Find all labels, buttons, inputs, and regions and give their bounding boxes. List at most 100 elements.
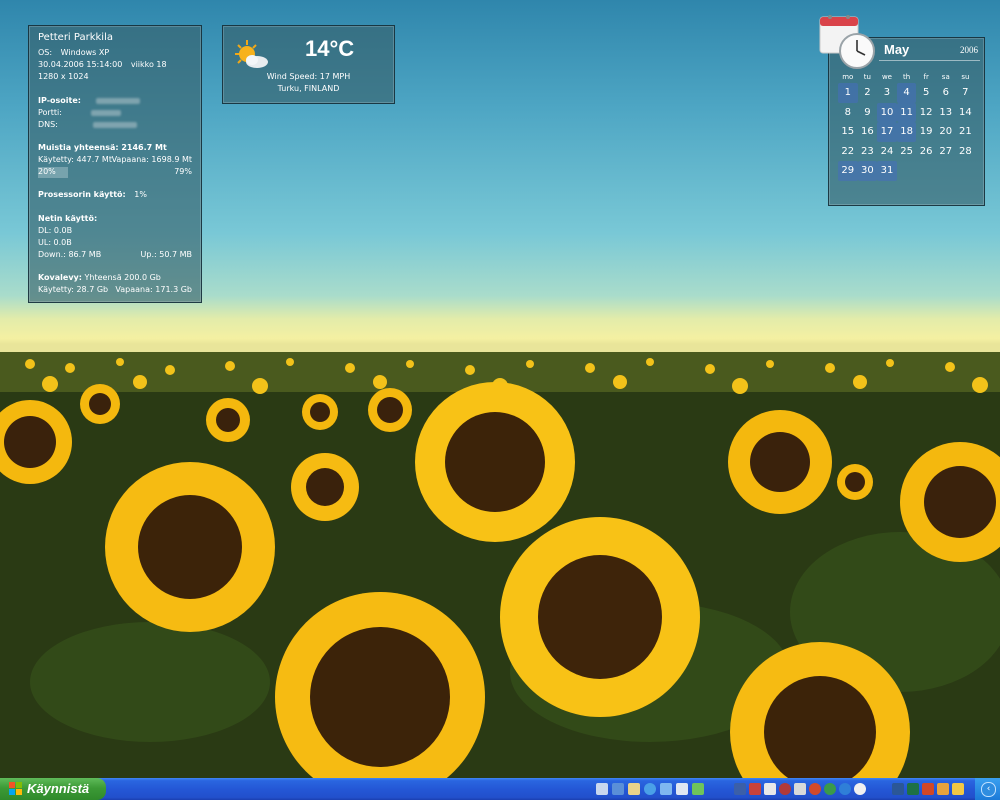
calendar-day[interactable]: 16 xyxy=(858,122,878,142)
calendar-day[interactable]: 27 xyxy=(936,142,956,162)
app-icon-9[interactable] xyxy=(854,783,866,795)
calendar-day[interactable]: 2 xyxy=(858,83,878,103)
net-label: Netin käyttö: xyxy=(38,214,98,223)
app-icon-office-5[interactable] xyxy=(952,783,964,795)
user-name: Petteri Parkkila xyxy=(38,32,113,43)
partly-cloudy-icon xyxy=(235,40,268,68)
app-icon-8[interactable] xyxy=(839,783,851,795)
calendar-widget[interactable]: May 2006 mo tu we th fr sa su 1 2 3 4 5 6 7 8 9 10 11 12 1… xyxy=(819,15,985,206)
net-download-rate: DL: 0.0B xyxy=(38,226,73,235)
calendar-day[interactable]: 15 xyxy=(838,122,858,142)
app-icon-1[interactable] xyxy=(734,783,746,795)
network-icon[interactable] xyxy=(692,783,704,795)
memory-used-percent: 20% xyxy=(38,167,56,176)
calendar-day[interactable]: 6 xyxy=(936,83,956,103)
calendar-day[interactable]: 25 xyxy=(897,142,917,162)
calendar-days-grid: 1 2 3 4 5 6 7 8 9 10 11 12 13 14 15 16 17 18 19 20 21 22 23 24 2… xyxy=(838,83,976,181)
weekday-label: we xyxy=(881,73,892,81)
word-icon[interactable] xyxy=(892,783,904,795)
system-info-widget: Petteri Parkkila OS: Windows XP 30.04.20… xyxy=(28,25,202,303)
outlook-icon[interactable] xyxy=(937,783,949,795)
start-button[interactable]: Käynnistä xyxy=(0,778,106,800)
cpu-label: Prosessorin käyttö: xyxy=(38,190,126,199)
calendar-day[interactable]: 10 xyxy=(877,102,897,122)
office-app-icons xyxy=(892,783,964,795)
calendar-day[interactable]: 3 xyxy=(877,83,897,103)
port-value-redacted xyxy=(91,109,122,116)
weekday-label: su xyxy=(961,73,970,81)
net-upload-rate: UL: 0.0B xyxy=(38,238,72,247)
weekday-label: th xyxy=(902,73,911,81)
document-icon[interactable] xyxy=(676,783,688,795)
weekday-label: sa xyxy=(941,73,950,81)
calendar-day[interactable]: 7 xyxy=(956,83,976,103)
disk-label: Kovalevy: xyxy=(38,273,82,282)
desktop[interactable]: Petteri Parkkila OS: Windows XP 30.04.20… xyxy=(0,0,1000,778)
taskbar-app-icons xyxy=(734,783,866,795)
net-uploaded-total: Up.: 50.7 MB xyxy=(140,250,192,259)
ip-label: IP-osoite: xyxy=(38,96,81,105)
folder-icon[interactable] xyxy=(628,783,640,795)
temperature: 14°C xyxy=(305,36,355,61)
calendar-day[interactable]: 17 xyxy=(877,122,897,142)
app-icon-4[interactable] xyxy=(779,783,791,795)
powerpoint-icon[interactable] xyxy=(922,783,934,795)
weather-location: Turku, FINLAND xyxy=(277,84,340,93)
os-label: OS: xyxy=(38,48,53,57)
calendar-day[interactable]: 4 xyxy=(896,83,917,103)
memory-total: Muistia yhteensä: 2146.7 Mt xyxy=(38,143,167,152)
quick-launch xyxy=(596,783,704,795)
port-label: Portti: xyxy=(38,108,62,117)
calendar-day[interactable]: 28 xyxy=(956,142,976,162)
calendar-day[interactable]: 5 xyxy=(916,83,936,103)
calendar-day[interactable]: 21 xyxy=(956,122,976,142)
calendar-day[interactable]: 12 xyxy=(916,103,936,123)
dns-row: DNS: xyxy=(38,119,192,131)
calendar-day[interactable]: 20 xyxy=(936,122,956,142)
weekday-header: mo tu we th fr sa su xyxy=(838,73,976,81)
calendar-day[interactable]: 24 xyxy=(877,142,897,162)
calendar-day[interactable]: 22 xyxy=(838,142,858,162)
calendar-day[interactable]: 29 xyxy=(838,161,858,181)
dns-value-redacted xyxy=(93,121,138,128)
port-row: Portti: xyxy=(38,107,192,119)
calendar-day[interactable]: 9 xyxy=(858,103,878,123)
calendar-day[interactable]: 30 xyxy=(857,161,878,181)
messenger-icon[interactable] xyxy=(660,783,672,795)
calendar-day[interactable]: 19 xyxy=(916,122,936,142)
calendar-day[interactable]: 8 xyxy=(838,103,858,123)
sunflower-field-wallpaper xyxy=(0,352,1000,778)
show-desktop-icon[interactable] xyxy=(596,783,608,795)
weekday-label: fr xyxy=(923,73,929,81)
app-icon-6[interactable] xyxy=(809,783,821,795)
internet-explorer-icon[interactable] xyxy=(644,783,656,795)
ip-row: IP-osoite: xyxy=(38,95,192,107)
weather-widget[interactable]: 14°C Wind Speed: 17 MPH Turku, FINLAND xyxy=(222,25,395,104)
calendar-day[interactable]: 23 xyxy=(858,142,878,162)
app-icon-7[interactable] xyxy=(824,783,836,795)
datetime: 30.04.2006 15:14:00 xyxy=(38,60,123,69)
ip-value-redacted xyxy=(95,97,140,104)
os-row: OS: Windows XP xyxy=(38,47,192,59)
calendar-day[interactable]: 11 xyxy=(896,102,917,122)
excel-icon[interactable] xyxy=(907,783,919,795)
cpu-row: Prosessorin käyttö: 1% xyxy=(38,189,192,201)
show-hidden-icons-chevron-icon[interactable]: ‹ xyxy=(981,782,996,797)
app-icon-3[interactable] xyxy=(764,783,776,795)
calendar-day[interactable]: 14 xyxy=(956,103,976,123)
calendar-divider xyxy=(879,60,980,61)
calendar-day[interactable]: 26 xyxy=(916,142,936,162)
calendar-day[interactable]: 18 xyxy=(896,122,917,142)
windows-logo-icon xyxy=(9,782,22,795)
screen-resolution: 1280 x 1024 xyxy=(38,72,89,81)
start-button-label: Käynnistä xyxy=(27,781,90,796)
memory-free: Vapaana: 1698.9 Mt xyxy=(111,155,192,164)
app-icon-2[interactable] xyxy=(749,783,761,795)
week-number: viikko 18 xyxy=(130,60,167,69)
disk-free: Vapaana: 171.3 Gb xyxy=(115,285,192,294)
calendar-day[interactable]: 1 xyxy=(838,83,858,103)
calendar-day[interactable]: 13 xyxy=(936,103,956,123)
media-player-icon[interactable] xyxy=(612,783,624,795)
app-icon-5[interactable] xyxy=(794,783,806,795)
calendar-day[interactable]: 31 xyxy=(877,161,897,181)
